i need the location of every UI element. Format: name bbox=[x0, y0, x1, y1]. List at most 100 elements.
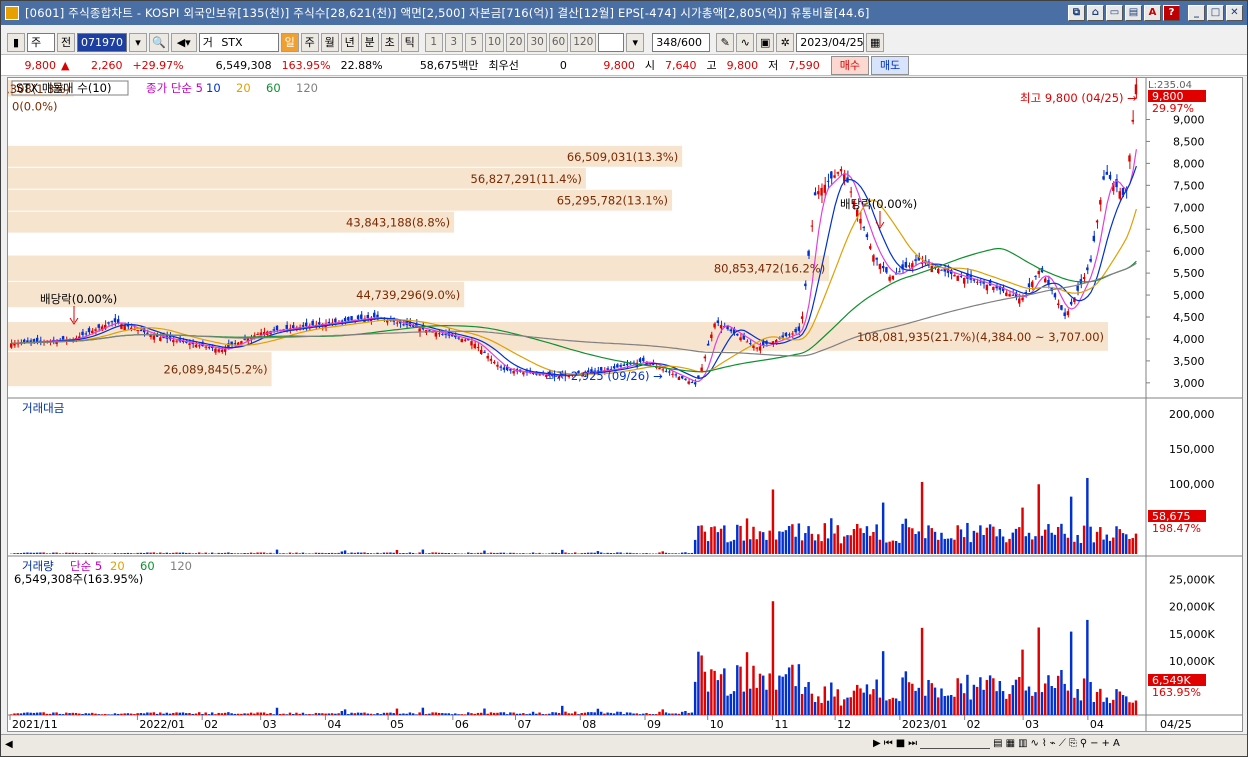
candle-body bbox=[1128, 155, 1131, 162]
search-icon[interactable]: 🔍 bbox=[149, 32, 169, 52]
period-year[interactable]: 년 bbox=[340, 32, 359, 52]
maximize-icon[interactable]: □ bbox=[1207, 5, 1224, 21]
volume-bar bbox=[868, 694, 872, 715]
speaker-icon[interactable]: ◀▾ bbox=[170, 32, 197, 52]
volume-bar bbox=[745, 652, 749, 715]
zoom-icon[interactable]: ⚲ bbox=[1080, 738, 1087, 749]
amount-bar bbox=[619, 552, 622, 554]
volume-bar bbox=[518, 713, 522, 715]
chart-scrollbar[interactable]: ◀ ▶ ⏮ ■ ⏭ ▤ ▦ ▥ ∿ ⌇ ⌁ ⟋ ⎘ ⚲ − + A bbox=[1, 734, 1247, 756]
settings-icon[interactable]: ✲ bbox=[776, 32, 795, 52]
zoom-out-icon[interactable]: − bbox=[1090, 738, 1098, 749]
volume-bar bbox=[366, 713, 369, 715]
period-week[interactable]: 주 bbox=[300, 32, 319, 52]
link-icon[interactable]: ⧉ bbox=[1068, 5, 1085, 21]
price-tick-label: 5,000 bbox=[1173, 289, 1205, 302]
chart-type-icon[interactable]: ▮ bbox=[7, 32, 25, 52]
play-icon[interactable]: ▶ bbox=[873, 738, 881, 749]
interval-60[interactable]: 60 bbox=[548, 32, 569, 52]
amount-bar bbox=[39, 552, 42, 554]
volume-bar bbox=[723, 668, 726, 715]
volume-bar bbox=[1053, 688, 1057, 715]
volume-bar bbox=[914, 690, 917, 715]
rewind-icon[interactable]: ⏮ bbox=[884, 738, 893, 749]
calendar-icon[interactable]: ▦ bbox=[866, 32, 885, 52]
amount-bar bbox=[992, 526, 995, 554]
volume-bar bbox=[454, 713, 457, 715]
stop-icon[interactable]: ■ bbox=[896, 738, 905, 749]
text-icon[interactable]: A bbox=[1113, 738, 1120, 749]
chart-svg[interactable]: 6,549,308(1.3%)0(0.0%)66,509,031(13.3%)5… bbox=[0, 75, 1242, 731]
layout-icon-1[interactable]: ▤ bbox=[993, 738, 1002, 749]
volume-bar bbox=[1112, 699, 1115, 715]
volume-bar bbox=[486, 713, 489, 715]
chart-area[interactable]: 6,549,308(1.3%)0(0.0%)66,509,031(13.3%)5… bbox=[0, 75, 1243, 732]
price-tick-label: 7,000 bbox=[1173, 201, 1205, 214]
stock-code-input[interactable]: 071970 bbox=[77, 32, 127, 52]
help-icon[interactable]: ? bbox=[1163, 5, 1180, 21]
copy-icon[interactable]: ⎘ bbox=[1069, 738, 1077, 749]
jeon-button[interactable]: 전 bbox=[57, 32, 75, 52]
period-day[interactable]: 일 bbox=[280, 32, 299, 52]
minimize-icon[interactable]: _ bbox=[1188, 5, 1205, 21]
scroll-left-icon[interactable]: ◀ bbox=[5, 739, 17, 752]
period-month[interactable]: 월 bbox=[320, 32, 339, 52]
layout-icon-2[interactable]: ▦ bbox=[1006, 738, 1015, 749]
period-tick[interactable]: 틱 bbox=[400, 32, 419, 52]
volume-bar bbox=[525, 714, 528, 715]
close-icon[interactable]: ✕ bbox=[1226, 5, 1243, 21]
interval-3[interactable]: 3 bbox=[444, 32, 463, 52]
volume-bar bbox=[152, 712, 156, 715]
interval-120[interactable]: 120 bbox=[570, 32, 597, 52]
volume-profile-label: 108,081,935(21.7%)(4,384.00 ~ 3,707.00) bbox=[857, 330, 1104, 344]
forward-icon[interactable]: ⏭ bbox=[908, 738, 917, 749]
market-select[interactable]: 주 bbox=[27, 32, 55, 52]
volume-bar bbox=[706, 691, 710, 715]
amount-bar bbox=[794, 536, 797, 554]
font-icon[interactable]: A bbox=[1144, 5, 1161, 21]
disk-icon[interactable]: ▣ bbox=[756, 32, 775, 52]
amount-bar bbox=[42, 552, 45, 554]
amount-bar bbox=[765, 539, 768, 554]
interval-dropdown-icon[interactable]: ▾ bbox=[626, 32, 645, 52]
interval-20[interactable]: 20 bbox=[506, 32, 526, 52]
interval-input[interactable] bbox=[598, 32, 625, 52]
line-style-icon-2[interactable]: ⌇ bbox=[1042, 738, 1047, 749]
save-icon[interactable]: ▤ bbox=[1125, 5, 1142, 21]
count-field[interactable]: 348/600 bbox=[652, 32, 711, 52]
date-field[interactable]: 2023/04/25 bbox=[796, 32, 865, 52]
volume-bar bbox=[363, 712, 366, 715]
zoom-slider[interactable] bbox=[920, 738, 991, 749]
interval-30[interactable]: 30 bbox=[527, 32, 547, 52]
volume-bar bbox=[749, 688, 752, 715]
indicator-icon[interactable]: ∿ bbox=[736, 32, 755, 52]
draw-tool-icon[interactable]: ✎ bbox=[716, 32, 735, 52]
interval-1[interactable]: 1 bbox=[424, 32, 443, 52]
line-style-icon-1[interactable]: ∿ bbox=[1031, 738, 1039, 749]
stock-name-field[interactable]: 거 STX bbox=[198, 32, 279, 52]
zoom-in-icon[interactable]: + bbox=[1102, 738, 1110, 749]
volume-bar bbox=[489, 712, 493, 715]
line-style-icon-3[interactable]: ⌁ bbox=[1050, 738, 1056, 749]
x-axis-label: 04 bbox=[327, 718, 341, 731]
line-style-icon-4[interactable]: ⟋ bbox=[1059, 738, 1066, 749]
amount-bar bbox=[988, 524, 992, 554]
interval-5[interactable]: 5 bbox=[464, 32, 483, 52]
code-dropdown-icon[interactable]: ▾ bbox=[129, 32, 147, 52]
period-minute[interactable]: 분 bbox=[360, 32, 379, 52]
home-icon[interactable]: ⌂ bbox=[1087, 5, 1104, 21]
amount-bar bbox=[810, 533, 814, 554]
window-icon[interactable]: ▭ bbox=[1106, 5, 1123, 21]
candle-body bbox=[522, 372, 525, 375]
interval-10[interactable]: 10 bbox=[484, 32, 505, 52]
amount-bar bbox=[499, 552, 502, 554]
period-second[interactable]: 초 bbox=[380, 32, 399, 52]
sell-button[interactable]: 매도 bbox=[871, 55, 910, 75]
volume-bar bbox=[813, 701, 817, 715]
buy-button[interactable]: 매수 bbox=[830, 55, 870, 75]
volume-bar bbox=[71, 712, 75, 715]
amount-bar bbox=[774, 539, 778, 554]
volume-bar bbox=[564, 711, 567, 715]
volume-bar bbox=[457, 714, 460, 715]
layout-icon-3[interactable]: ▥ bbox=[1018, 738, 1027, 749]
